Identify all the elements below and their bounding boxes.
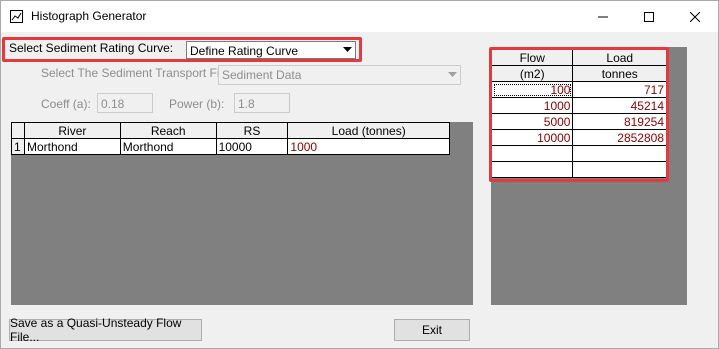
close-icon — [690, 11, 700, 22]
minimize-icon — [598, 16, 608, 17]
transport-file-value: Sediment Data — [222, 68, 302, 82]
cell-reach[interactable]: Morthond — [119, 138, 217, 155]
row-index[interactable]: 1 — [11, 138, 25, 155]
cell-load[interactable]: 1000 — [287, 138, 450, 155]
transport-file-select[interactable]: Sediment Data — [218, 65, 461, 85]
column-header-load[interactable]: Load (tonnes) — [287, 122, 450, 139]
title-bar[interactable]: Histograph Generator — [1, 1, 718, 32]
cell-river[interactable]: Morthond — [23, 138, 121, 155]
corner-cell — [11, 122, 25, 139]
cell-rs[interactable]: 10000 — [215, 138, 289, 155]
column-header-rs[interactable]: RS — [215, 122, 289, 139]
save-quasi-unsteady-button[interactable]: Save as a Quasi-Unsteady Flow File... — [9, 316, 202, 344]
river-load-table: River Reach RS Load (tonnes) 1 Morthond … — [11, 122, 450, 155]
coeff-input[interactable]: 0.18 — [97, 93, 153, 113]
maximize-button[interactable] — [626, 1, 672, 32]
window-title: Histograph Generator — [31, 9, 147, 23]
coeff-value: 0.18 — [101, 97, 125, 111]
power-input[interactable]: 1.8 — [234, 93, 290, 113]
column-header-reach[interactable]: Reach — [119, 122, 217, 139]
table-row[interactable]: 1 Morthond Morthond 10000 1000 — [11, 138, 450, 155]
power-label: Power (b): — [169, 97, 225, 111]
column-header-river[interactable]: River — [23, 122, 121, 139]
highlight-rating-curve — [2, 37, 362, 62]
power-value: 1.8 — [238, 97, 255, 111]
close-button[interactable] — [672, 1, 718, 32]
exit-button[interactable]: Exit — [394, 319, 470, 341]
transport-file-label: Select The Sediment Transport File: — [41, 66, 233, 80]
highlight-rating-table — [489, 47, 669, 182]
coeff-label: Coeff (a): — [41, 97, 91, 111]
table-header-row: River Reach RS Load (tonnes) — [11, 122, 450, 139]
maximize-icon — [644, 11, 654, 22]
histograph-generator-window: Histograph Generator Select Sediment Rat… — [0, 0, 719, 349]
minimize-button[interactable] — [580, 1, 626, 32]
chevron-down-icon[interactable] — [444, 66, 460, 84]
river-load-grid[interactable]: River Reach RS Load (tonnes) 1 Morthond … — [11, 122, 473, 305]
app-chart-icon — [10, 10, 23, 23]
